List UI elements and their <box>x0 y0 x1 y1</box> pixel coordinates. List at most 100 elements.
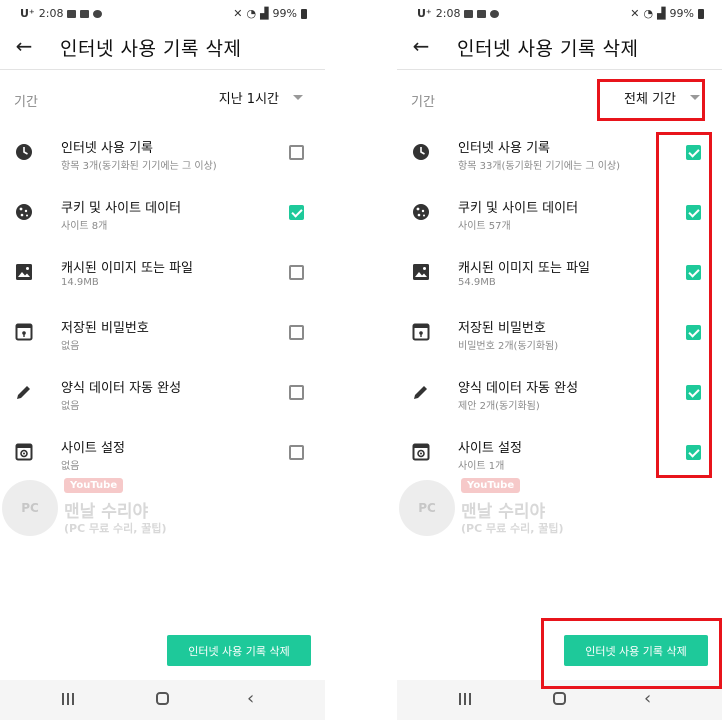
list-item-cache[interactable]: 캐시된 이미지 또는 파일 14.9MB <box>0 245 325 305</box>
passwords-checkbox[interactable] <box>289 325 304 340</box>
app-bar: ← 인터넷 사용 기록 삭제 <box>0 28 325 70</box>
status-bar: U⁺ 2:08 ✕ ◔ ▟ 99% <box>397 0 722 28</box>
page-title: 인터넷 사용 기록 삭제 <box>60 38 242 60</box>
list-item-site-settings[interactable]: 사이트 설정 없음 <box>0 425 325 485</box>
item-title: 양식 데이터 자동 완성 <box>61 381 182 396</box>
watermark-name: 맨날 수리야 <box>64 502 149 522</box>
item-title: 사이트 설정 <box>458 441 522 456</box>
item-title: 인터넷 사용 기록 <box>61 141 153 156</box>
history-checkbox[interactable] <box>686 145 701 160</box>
image-icon <box>411 262 431 282</box>
recent-apps-icon[interactable] <box>459 693 471 705</box>
autofill-checkbox[interactable] <box>686 385 701 400</box>
nav-back-icon[interactable]: ‹ <box>247 688 254 709</box>
item-subtitle: 없음 <box>61 401 80 412</box>
item-subtitle: 제안 2개(동기화됨) <box>458 401 540 412</box>
item-title: 저장된 비밀번호 <box>61 321 149 336</box>
list-item-autofill[interactable]: 양식 데이터 자동 완성 없음 <box>0 365 325 425</box>
cookies-checkbox[interactable] <box>289 205 304 220</box>
item-title: 양식 데이터 자동 완성 <box>458 381 579 396</box>
back-arrow-icon[interactable]: ← <box>10 32 38 60</box>
list-item-passwords[interactable]: 저장된 비밀번호 없음 <box>0 305 325 365</box>
site-settings-checkbox[interactable] <box>289 445 304 460</box>
item-subtitle: 사이트 57개 <box>458 221 511 232</box>
watermark-logo: PC <box>2 480 58 536</box>
password-icon <box>14 322 34 342</box>
list-item-cookies[interactable]: 쿠키 및 사이트 데이터 사이트 57개 <box>397 185 722 245</box>
wifi-icon: ◔ <box>643 7 654 20</box>
password-icon <box>411 322 431 342</box>
data-type-list: 인터넷 사용 기록 항목 3개(동기화된 기기에는 그 이상) 쿠키 및 사이트… <box>0 125 325 485</box>
history-checkbox[interactable] <box>289 145 304 160</box>
item-subtitle: 54.9MB <box>458 277 496 288</box>
list-item-site-settings[interactable]: 사이트 설정 사이트 1개 <box>397 425 722 485</box>
chat-notification-icon <box>93 9 103 18</box>
cookies-checkbox[interactable] <box>686 205 701 220</box>
item-subtitle: 사이트 1개 <box>458 461 505 472</box>
home-icon[interactable] <box>553 692 566 705</box>
back-arrow-icon[interactable]: ← <box>407 32 435 60</box>
mute-icon: ✕ <box>630 7 640 20</box>
period-dropdown[interactable]: 지난 1시간 <box>219 88 303 107</box>
dropdown-caret-icon <box>690 95 700 100</box>
period-row: 기간 지난 1시간 <box>0 80 325 120</box>
passwords-checkbox[interactable] <box>686 325 701 340</box>
list-item-autofill[interactable]: 양식 데이터 자동 완성 제안 2개(동기화됨) <box>397 365 722 425</box>
list-item-cache[interactable]: 캐시된 이미지 또는 파일 54.9MB <box>397 245 722 305</box>
clock-icon <box>411 142 431 162</box>
period-value: 전체 기간 <box>624 92 676 107</box>
recent-apps-icon[interactable] <box>62 693 74 705</box>
item-subtitle: 항목 3개(동기화된 기기에는 그 이상) <box>61 161 217 172</box>
carrier-label: U⁺ <box>417 7 432 20</box>
item-title: 캐시된 이미지 또는 파일 <box>61 261 193 276</box>
signal-icon: ▟ <box>657 7 666 20</box>
status-bar: U⁺ 2:08 ✕ ◔ ▟ 99% <box>0 0 325 28</box>
list-item-passwords[interactable]: 저장된 비밀번호 비밀번호 2개(동기화됨) <box>397 305 722 365</box>
item-subtitle: 비밀번호 2개(동기화됨) <box>458 341 559 352</box>
battery-percent: 99% <box>272 7 297 20</box>
pencil-icon <box>14 382 34 402</box>
dropdown-caret-icon <box>293 95 303 100</box>
youtube-badge: YouTube <box>64 478 124 493</box>
item-subtitle: 없음 <box>61 461 80 472</box>
nav-back-icon[interactable]: ‹ <box>644 688 651 709</box>
cache-checkbox[interactable] <box>686 265 701 280</box>
item-title: 쿠키 및 사이트 데이터 <box>61 201 182 216</box>
home-icon[interactable] <box>156 692 169 705</box>
period-value: 지난 1시간 <box>218 92 279 107</box>
period-dropdown[interactable]: 전체 기간 <box>624 88 700 107</box>
item-title: 캐시된 이미지 또는 파일 <box>458 261 590 276</box>
youtube-badge: YouTube <box>461 478 521 493</box>
delete-history-button[interactable]: 인터넷 사용 기록 삭제 <box>167 635 311 666</box>
item-subtitle: 사이트 8개 <box>61 221 108 232</box>
item-subtitle: 항목 33개(동기화된 기기에는 그 이상) <box>458 161 621 172</box>
watermark-subtitle: (PC 무료 수리, 꿀팁) <box>64 522 167 535</box>
image-icon <box>14 262 34 282</box>
cookie-icon <box>411 202 431 222</box>
phone-screen-before: U⁺ 2:08 ✕ ◔ ▟ 99% ← 인터넷 사용 기록 삭제 기간 지난 1… <box>0 0 325 720</box>
site-settings-icon <box>14 442 34 462</box>
list-item-history[interactable]: 인터넷 사용 기록 항목 33개(동기화된 기기에는 그 이상) <box>397 125 722 185</box>
watermark: PC YouTube 맨날 수리야 (PC 무료 수리, 꿀팁) <box>399 478 599 540</box>
pencil-icon <box>411 382 431 402</box>
site-settings-icon <box>411 442 431 462</box>
divider <box>0 69 325 70</box>
mute-icon: ✕ <box>233 7 243 20</box>
item-subtitle: 없음 <box>61 341 80 352</box>
autofill-checkbox[interactable] <box>289 385 304 400</box>
period-label: 기간 <box>411 95 435 110</box>
list-item-history[interactable]: 인터넷 사용 기록 항목 3개(동기화된 기기에는 그 이상) <box>0 125 325 185</box>
gallery-notification-icon <box>67 9 77 18</box>
carrier-label: U⁺ <box>20 7 35 20</box>
battery-icon <box>301 8 307 19</box>
video-notification-icon <box>80 9 90 18</box>
battery-icon <box>698 8 704 19</box>
site-settings-checkbox[interactable] <box>686 445 701 460</box>
delete-history-button[interactable]: 인터넷 사용 기록 삭제 <box>564 635 708 666</box>
status-time: 2:08 <box>435 7 461 20</box>
cache-checkbox[interactable] <box>289 265 304 280</box>
phone-screen-after: U⁺ 2:08 ✕ ◔ ▟ 99% ← 인터넷 사용 기록 삭제 기간 전체 기… <box>397 0 722 720</box>
watermark-logo: PC <box>399 480 455 536</box>
gallery-notification-icon <box>464 9 474 18</box>
list-item-cookies[interactable]: 쿠키 및 사이트 데이터 사이트 8개 <box>0 185 325 245</box>
